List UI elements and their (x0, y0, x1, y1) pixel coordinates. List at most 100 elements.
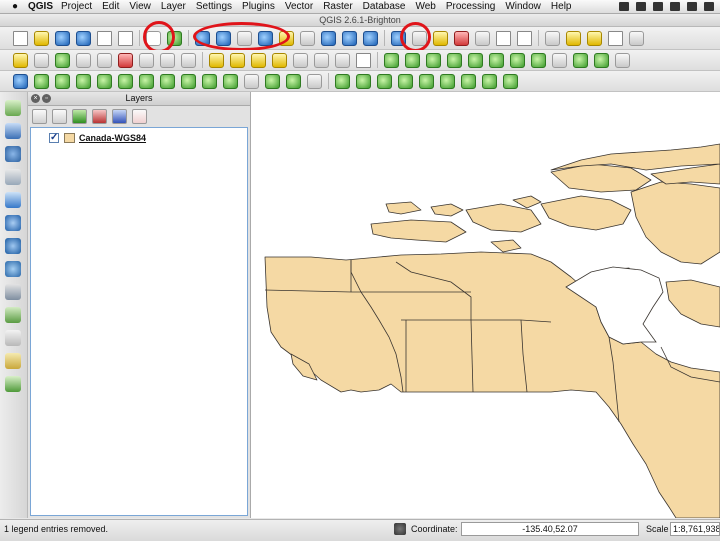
delete-ring-adv-icon[interactable] (160, 73, 175, 89)
map-tips-icon[interactable] (566, 30, 581, 46)
menu-help[interactable]: Help (551, 1, 572, 12)
change-label-icon[interactable] (335, 52, 350, 68)
app-menu[interactable]: QGIS (28, 1, 53, 12)
redo-icon[interactable] (34, 73, 49, 89)
rotate-point-symbols-icon[interactable] (307, 73, 322, 89)
add-group-icon[interactable] (52, 108, 67, 124)
bookmark-icon[interactable] (587, 30, 602, 46)
paste-features-icon[interactable] (181, 52, 196, 68)
menu-project[interactable]: Project (61, 1, 92, 12)
menu-view[interactable]: View (129, 1, 151, 12)
select-icon[interactable] (433, 30, 448, 46)
attribute-table-icon[interactable] (496, 30, 511, 46)
record-icon[interactable] (653, 2, 663, 11)
delete-ring-icon[interactable] (405, 52, 420, 68)
menu-vector[interactable]: Vector (285, 1, 313, 12)
simplify-icon[interactable] (573, 52, 588, 68)
new-print-composer-icon[interactable] (97, 30, 112, 46)
delete-selected-icon[interactable] (118, 52, 133, 68)
simplify-feature-icon[interactable] (76, 73, 91, 89)
reshape-adv-icon[interactable] (202, 73, 217, 89)
coordinate-field[interactable]: -135.40,52.07 (461, 522, 639, 536)
zoom-next-icon[interactable] (342, 30, 357, 46)
decrease-contrast-icon[interactable] (503, 73, 518, 89)
undo-icon[interactable] (13, 73, 28, 89)
add-ring-adv-icon[interactable] (97, 73, 112, 89)
expand-all-icon[interactable] (92, 108, 107, 124)
layer-item[interactable]: ✓ Canada-WGS84 (49, 132, 146, 144)
battery-icon[interactable] (704, 2, 714, 11)
menu-plugins[interactable]: Plugins (242, 1, 275, 12)
menu-layer[interactable]: Layer (161, 1, 186, 12)
move-feature-icon[interactable] (76, 52, 91, 68)
merge-features-icon[interactable] (531, 52, 546, 68)
increase-brightness-icon[interactable] (440, 73, 455, 89)
text-annotation-icon[interactable] (629, 30, 644, 46)
reshape-icon[interactable] (447, 52, 462, 68)
split-features-icon[interactable] (489, 52, 504, 68)
offset-adv-icon[interactable] (223, 73, 238, 89)
increase-contrast-icon[interactable] (482, 73, 497, 89)
menu-edit[interactable]: Edit (102, 1, 119, 12)
new-project-icon[interactable] (13, 30, 28, 46)
add-wms-layer-icon[interactable] (5, 238, 21, 254)
zoom-last-icon[interactable] (321, 30, 336, 46)
save-edits-icon[interactable] (34, 52, 49, 68)
volume-icon[interactable] (687, 2, 697, 11)
rotate-feature-icon[interactable] (55, 73, 70, 89)
layer-style-icon[interactable] (32, 108, 47, 124)
expression-icon[interactable] (475, 30, 490, 46)
open-project-icon[interactable] (34, 30, 49, 46)
delete-part-icon[interactable] (426, 52, 441, 68)
decrease-brightness-icon[interactable] (461, 73, 476, 89)
scale-field[interactable]: 1:8,761,938 (670, 522, 720, 536)
label-icon[interactable] (209, 52, 224, 68)
show-hide-labels-icon[interactable] (272, 52, 287, 68)
menu-settings[interactable]: Settings (196, 1, 232, 12)
coordinate-toggle-icon[interactable] (394, 523, 406, 535)
delete-part-adv-icon[interactable] (181, 73, 196, 89)
fill-ring-icon[interactable] (139, 73, 154, 89)
tray-icon[interactable] (636, 2, 646, 11)
add-spatialite-layer-icon[interactable] (5, 169, 21, 185)
csw-icon[interactable] (356, 52, 371, 68)
composer-manager-icon[interactable] (118, 30, 133, 46)
add-ring-icon[interactable] (594, 52, 609, 68)
pin-labels-icon[interactable] (251, 52, 266, 68)
menu-web[interactable]: Web (415, 1, 435, 12)
add-postgis-layer-icon[interactable] (5, 146, 21, 162)
dropbox-icon[interactable] (619, 2, 629, 11)
new-spatialite-icon[interactable] (5, 353, 21, 369)
filter-legend-icon[interactable] (72, 108, 87, 124)
deselect-icon[interactable] (454, 30, 469, 46)
new-gpx-icon[interactable] (5, 376, 21, 392)
split-parts-icon[interactable] (510, 52, 525, 68)
add-vector-layer-icon[interactable] (5, 100, 21, 116)
add-wfs-layer-icon[interactable] (5, 284, 21, 300)
layer-name[interactable]: Canada-WGS84 (79, 133, 146, 143)
rotate-label-icon[interactable] (314, 52, 329, 68)
node-tool-icon[interactable] (97, 52, 112, 68)
full-minmax-icon[interactable] (419, 73, 434, 89)
merge-adv-icon[interactable] (265, 73, 280, 89)
move-label-icon[interactable] (293, 52, 308, 68)
merge-attributes-icon[interactable] (286, 73, 301, 89)
show-bookmarks-icon[interactable] (608, 30, 623, 46)
raster-histogram-icon[interactable] (335, 73, 350, 89)
offset-curve-icon[interactable] (468, 52, 483, 68)
full-histogram-icon[interactable] (377, 73, 392, 89)
layer-visibility-checkbox[interactable]: ✓ (49, 133, 59, 143)
menu-window[interactable]: Window (505, 1, 541, 12)
grid-icon[interactable] (615, 52, 630, 68)
menu-processing[interactable]: Processing (446, 1, 495, 12)
float-panel-icon[interactable]: ▫ (42, 94, 51, 103)
zoom-to-layer-icon[interactable] (300, 30, 315, 46)
save-as-icon[interactable] (76, 30, 91, 46)
add-part-icon[interactable] (118, 73, 133, 89)
split-adv-icon[interactable] (244, 73, 259, 89)
apple-menu-icon[interactable]: ● (8, 1, 22, 12)
refresh-icon[interactable] (363, 30, 378, 46)
add-raster-layer-icon[interactable] (5, 123, 21, 139)
collapse-all-icon[interactable] (112, 108, 127, 124)
toggle-editing-icon[interactable] (13, 52, 28, 68)
